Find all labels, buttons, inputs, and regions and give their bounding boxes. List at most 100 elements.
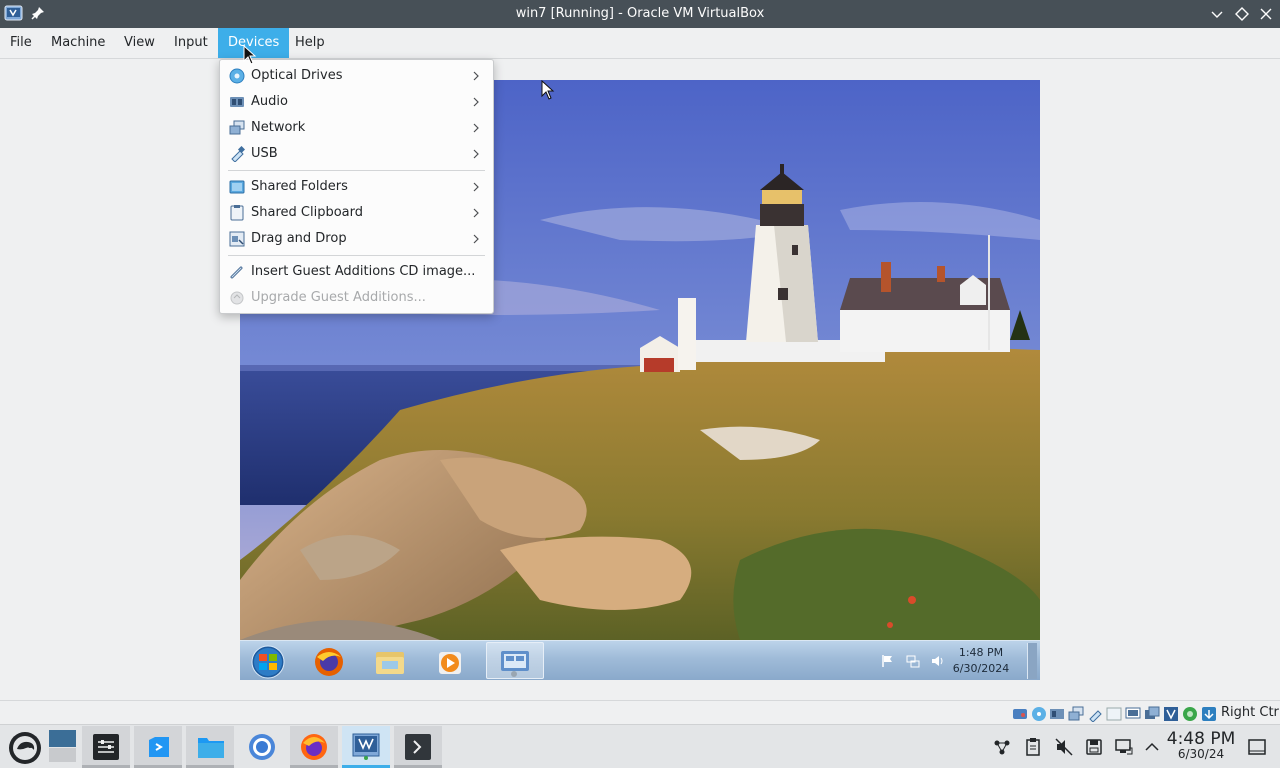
guest-clock-time: 1:48 PM: [958, 646, 1004, 659]
vm-statusbar: Right Ctrl: [0, 700, 1280, 724]
menu-item-upgrade-guest-additions: Upgrade Guest Additions...: [220, 285, 493, 311]
menu-item-label: Insert Guest Additions CD image...: [251, 264, 476, 279]
menu-item-label: USB: [251, 146, 278, 161]
menu-item-insert-guest-additions[interactable]: Insert Guest Additions CD image...: [220, 259, 493, 285]
chevron-right-icon: [473, 208, 479, 218]
shared-folders-icon: [229, 180, 245, 194]
virtualbox-vm-window-icon: [352, 733, 380, 760]
menu-help[interactable]: Help: [285, 28, 335, 58]
virtualization-status-icon[interactable]: [1163, 706, 1179, 722]
shared-folders-status-icon[interactable]: [1106, 706, 1122, 722]
taskbar-chromium[interactable]: [238, 726, 286, 768]
guest-taskbar: 1:48 PM 6/30/2024: [240, 640, 1040, 680]
window-titlebar: win7 [Running] - Oracle VM VirtualBox: [0, 0, 1280, 28]
volume-tray-icon[interactable]: [930, 653, 946, 669]
menu-item-label: Shared Folders: [251, 179, 348, 194]
audio-status-icon[interactable]: [1049, 706, 1065, 722]
firefox-icon: [301, 734, 327, 760]
guest-mouse-cursor-icon: [541, 80, 555, 100]
panel-clock[interactable]: 4:48 PM 6/30/24: [1164, 730, 1238, 761]
volume-muted-icon[interactable]: [1054, 737, 1074, 757]
storage-device-icon[interactable]: [1084, 737, 1104, 757]
guest-additions-icon: [230, 266, 243, 279]
guest-clock-date: 6/30/2024: [952, 662, 1010, 675]
clipboard-icon: [230, 205, 244, 221]
taskbar-discover[interactable]: [134, 726, 182, 768]
chevron-right-icon: [473, 123, 479, 133]
chromium-icon: [249, 734, 275, 760]
menu-item-drag-and-drop[interactable]: Drag and Drop: [220, 226, 493, 252]
guest-clock[interactable]: 1:48 PM 6/30/2024: [946, 645, 1016, 677]
menu-item-label: Shared Clipboard: [251, 205, 363, 220]
menu-item-audio[interactable]: Audio: [220, 89, 493, 115]
audio-icon: [230, 97, 244, 107]
menu-item-label: Network: [251, 120, 306, 135]
maximize-icon[interactable]: [1233, 5, 1251, 23]
chevron-right-icon: [473, 149, 479, 159]
hard-disk-status-icon[interactable]: [1012, 706, 1028, 722]
kde-connect-icon[interactable]: [992, 737, 1012, 757]
minimize-icon[interactable]: [1208, 5, 1226, 23]
usb-status-icon[interactable]: [1087, 706, 1103, 722]
network-status-icon[interactable]: [1068, 706, 1084, 722]
folder-icon: [198, 738, 224, 758]
menu-item-label: Optical Drives: [251, 68, 343, 83]
panel-clock-time: 4:48 PM: [1166, 729, 1236, 749]
mouse-cursor-icon: [243, 45, 257, 65]
chevron-right-icon: [473, 234, 479, 244]
menu-view[interactable]: View: [114, 28, 165, 58]
optical-drive-status-icon[interactable]: [1031, 706, 1047, 722]
taskbar-terminal[interactable]: [394, 726, 442, 768]
recording-status-icon[interactable]: [1144, 706, 1160, 722]
clipboard-tray-icon[interactable]: [1023, 737, 1043, 757]
keyboard-capture-status-icon[interactable]: [1201, 706, 1217, 722]
panel-clock-date: 6/30/24: [1177, 747, 1225, 761]
chevron-right-icon: [473, 71, 479, 81]
terminal-icon: [405, 734, 431, 760]
menu-machine[interactable]: Machine: [41, 28, 115, 58]
menu-item-shared-folders[interactable]: Shared Folders: [220, 174, 493, 200]
menu-item-label: Upgrade Guest Additions...: [251, 290, 426, 305]
display-status-icon[interactable]: [1125, 706, 1141, 722]
drag-drop-icon: [229, 231, 245, 247]
menu-item-label: Drag and Drop: [251, 231, 347, 246]
menu-item-network[interactable]: Network: [220, 115, 493, 141]
menu-file[interactable]: File: [0, 28, 42, 58]
chevron-up-icon[interactable]: [1142, 737, 1162, 757]
network-wired-icon[interactable]: [1114, 737, 1134, 757]
action-center-flag-icon[interactable]: [880, 653, 896, 669]
menubar: File Machine View Input Devices Help: [0, 28, 1280, 59]
usb-icon: [231, 146, 245, 162]
chevron-right-icon: [473, 97, 479, 107]
devices-menu: Optical Drives Audio Network USB Shared …: [219, 59, 494, 314]
settings-sliders-icon: [93, 734, 119, 760]
menu-separator: [228, 170, 485, 171]
show-desktop-icon[interactable]: [1247, 737, 1267, 757]
close-icon[interactable]: [1257, 5, 1275, 23]
file-explorer-icon[interactable]: [362, 643, 418, 679]
menu-item-shared-clipboard[interactable]: Shared Clipboard: [220, 200, 493, 226]
host-key-label: Right Ctrl: [1221, 705, 1280, 720]
menu-input[interactable]: Input: [164, 28, 218, 58]
network-icon: [229, 120, 245, 135]
upgrade-icon: [230, 291, 244, 305]
taskbar-system-settings[interactable]: [82, 726, 130, 768]
mouse-integration-status-icon[interactable]: [1182, 706, 1198, 722]
menu-separator: [228, 255, 485, 256]
menu-item-usb[interactable]: USB: [220, 141, 493, 167]
media-player-icon[interactable]: [423, 643, 479, 679]
show-desktop-button[interactable]: [1027, 643, 1037, 679]
menu-item-optical-drives[interactable]: Optical Drives: [220, 63, 493, 89]
network-tray-icon[interactable]: [905, 653, 921, 669]
application-launcher-icon[interactable]: [8, 731, 42, 765]
taskbar-virtualbox[interactable]: [342, 726, 390, 768]
firefox-icon[interactable]: [301, 643, 357, 679]
taskbar-firefox[interactable]: [290, 726, 338, 768]
virtualbox-vm-icon[interactable]: [487, 643, 543, 679]
window-title: win7 [Running] - Oracle VM VirtualBox: [515, 6, 765, 21]
windows-start-orb-icon[interactable]: [240, 643, 296, 679]
chevron-right-icon: [473, 182, 479, 192]
discover-app-icon: [149, 737, 169, 757]
taskbar-file-manager[interactable]: [186, 726, 234, 768]
pager-desktop-1[interactable]: [48, 726, 78, 768]
